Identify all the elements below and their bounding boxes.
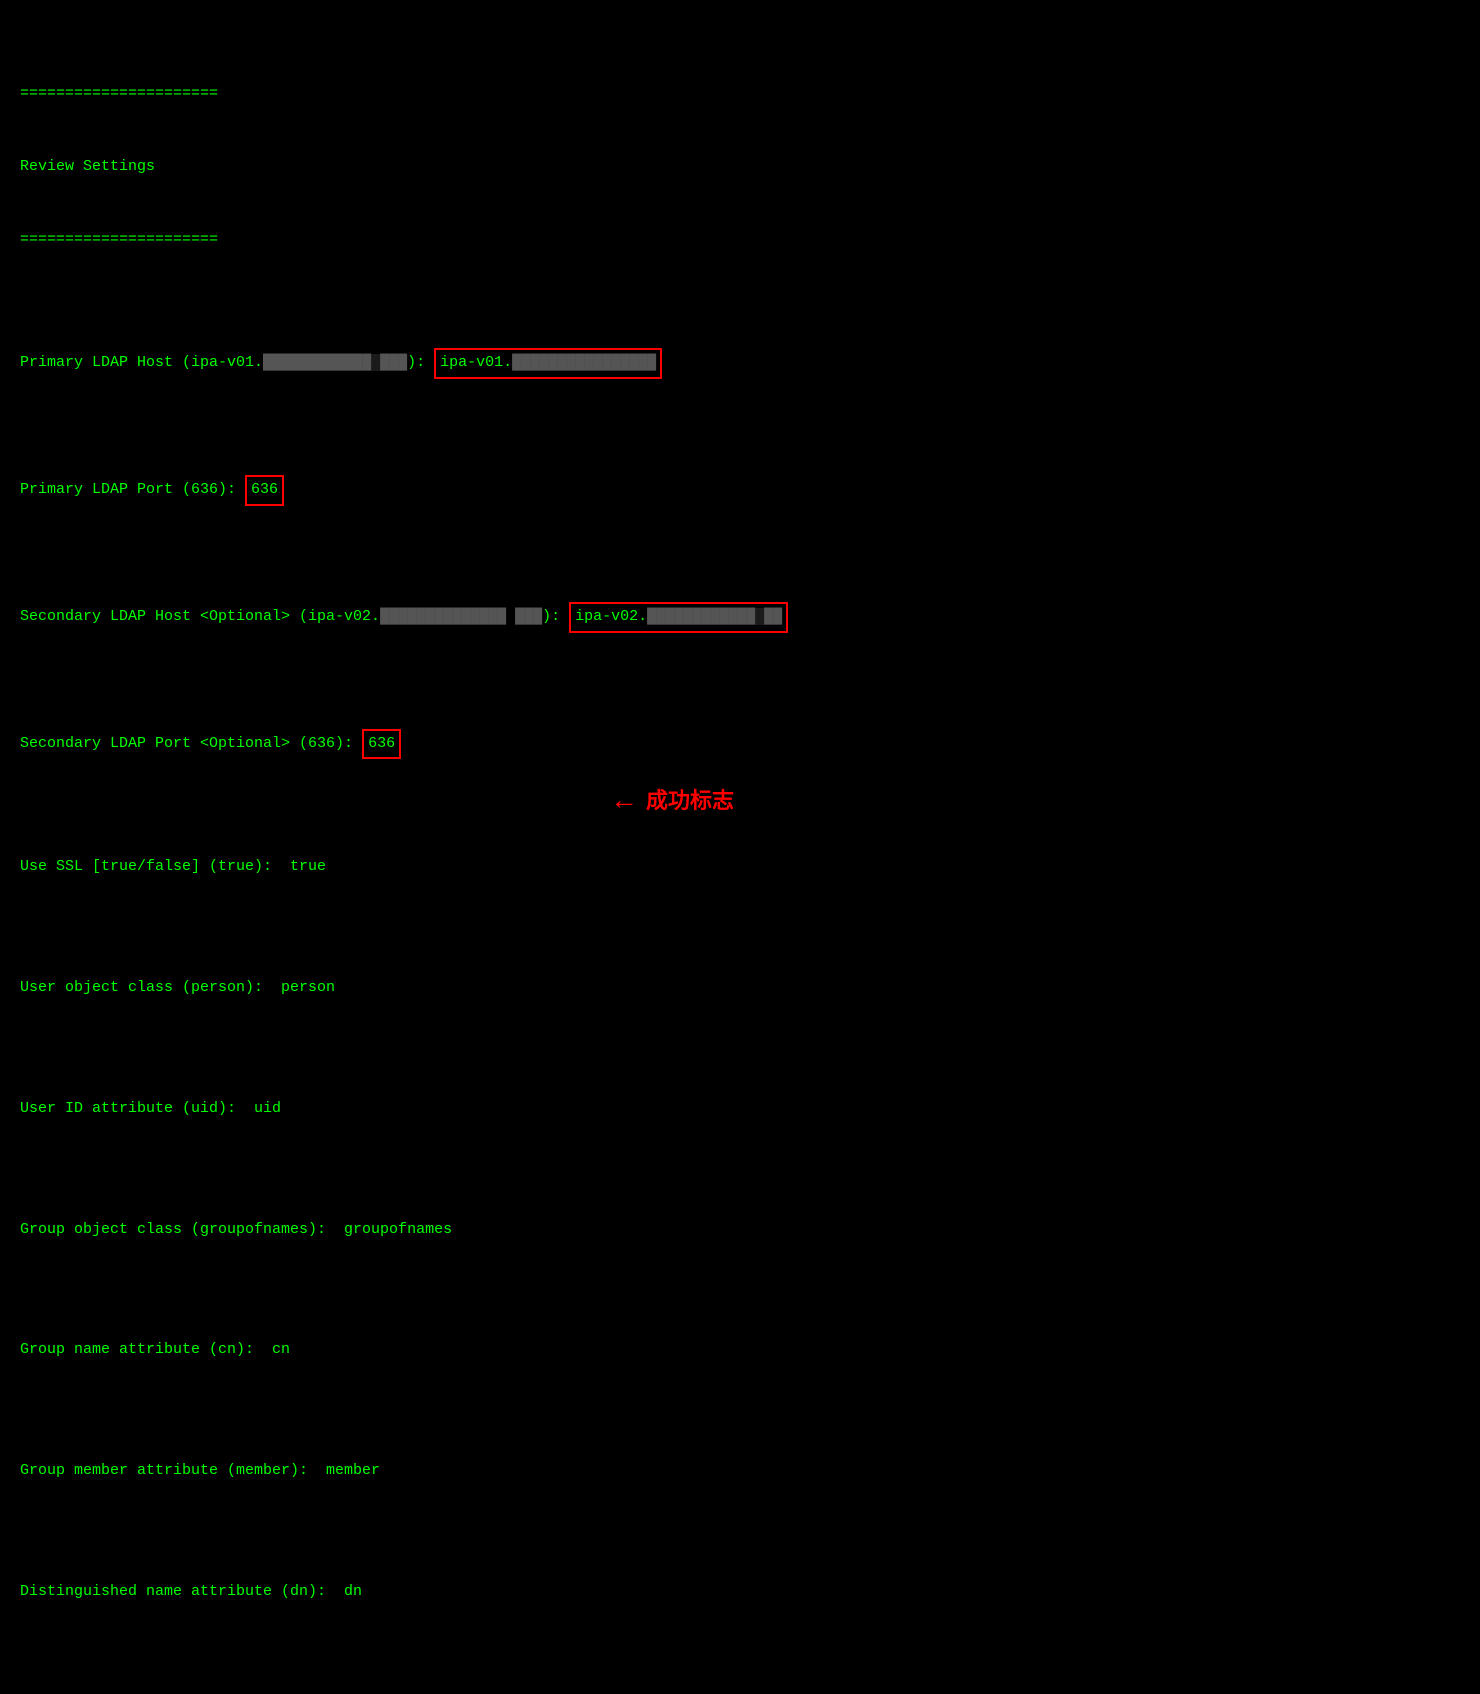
- success-annotation: ← 成功标志: [610, 778, 734, 823]
- line-secondary-port: Secondary LDAP Port <Optional> (636): 63…: [20, 729, 1460, 760]
- arrow-icon: ←: [610, 778, 638, 823]
- line-group-name-attr: Group name attribute (cn): cn: [20, 1338, 1460, 1363]
- line-group-object-class: Group object class (groupofnames): group…: [20, 1218, 1460, 1243]
- annotation-label: 成功标志: [646, 783, 734, 818]
- line-group-member-attr: Group member attribute (member): member: [20, 1459, 1460, 1484]
- line-use-ssl: Use SSL [true/false] (true): true: [20, 855, 1460, 880]
- line-primary-port: Primary LDAP Port (636): 636: [20, 475, 1460, 506]
- terminal-window: ====================== Review Settings =…: [20, 10, 1460, 1694]
- line-user-object-class: User object class (person): person: [20, 976, 1460, 1001]
- line-secondary-host: Secondary LDAP Host <Optional> (ipa-v02.…: [20, 602, 1460, 633]
- separator-line-2: ======================: [20, 228, 1460, 253]
- line-user-id-attr: User ID attribute (uid): uid: [20, 1097, 1460, 1122]
- line-primary-host: Primary LDAP Host (ipa-v01.████████████ …: [20, 348, 1460, 379]
- line-dn-attr: Distinguished name attribute (dn): dn: [20, 1580, 1460, 1605]
- separator-line-1: ======================: [20, 82, 1460, 107]
- review-settings-title: Review Settings: [20, 155, 1460, 180]
